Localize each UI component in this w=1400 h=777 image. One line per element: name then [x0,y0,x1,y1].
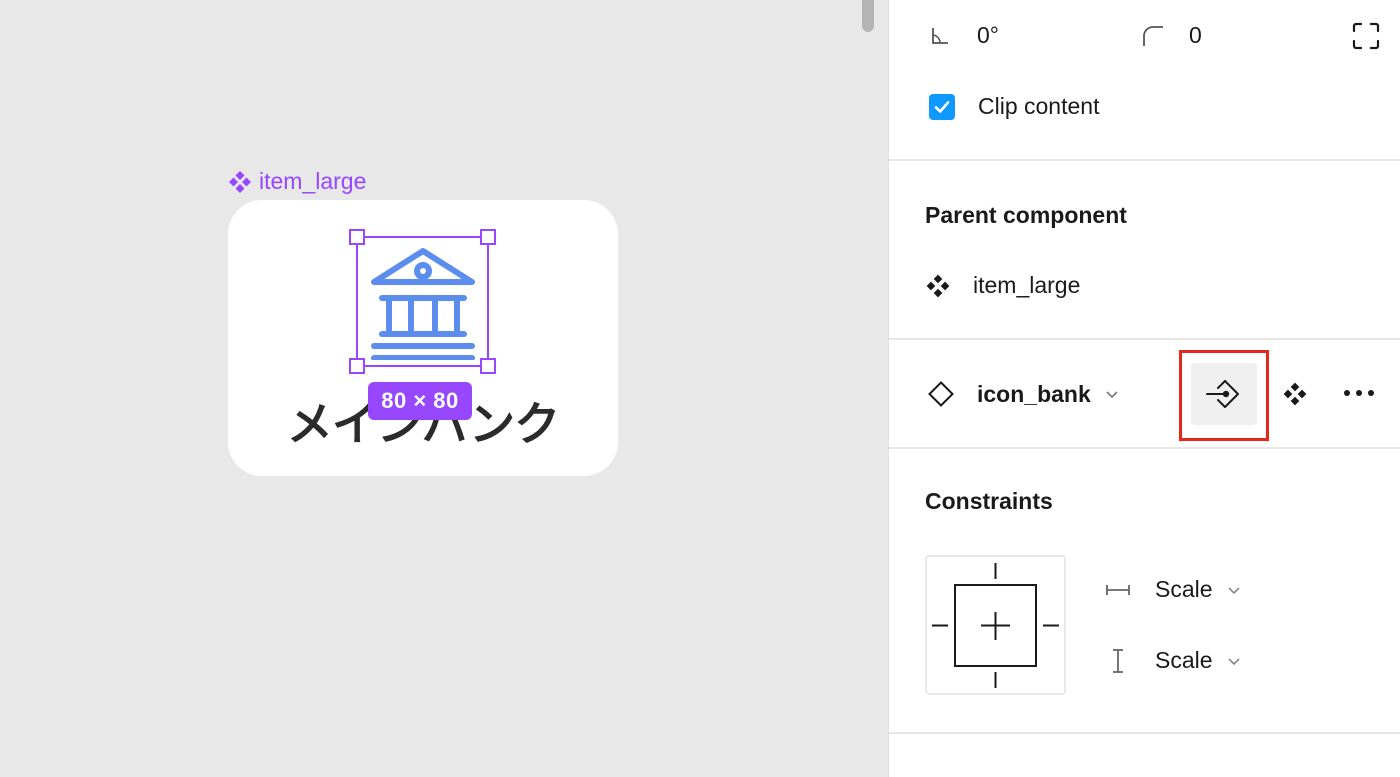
section-divider [889,338,1400,340]
parent-component-heading: Parent component [925,202,1127,229]
chevron-down-icon [1227,657,1240,665]
canvas-scrollbar[interactable] [862,0,874,32]
resize-handle-top-right[interactable] [480,229,496,245]
horizontal-constraint-icon [1106,584,1130,595]
clip-content-checkbox[interactable] [929,93,955,120]
parent-component-heading-text: Parent component [925,202,1127,228]
more-options-icon[interactable] [1341,383,1377,403]
constraints-widget[interactable] [925,555,1066,695]
component-icon [926,274,950,297]
resize-handle-bottom-right[interactable] [480,358,496,374]
clip-content-row[interactable]: Clip content [929,93,1099,120]
horizontal-constraint-select[interactable]: Scale [1105,576,1241,603]
instance-icon [928,381,954,407]
vertical-constraint-value: Scale [1155,647,1213,673]
item-large-frame[interactable]: メインバンク 80 × 80 [228,200,618,476]
rotation-field[interactable]: 0° [929,22,999,49]
section-divider [889,447,1400,449]
constraints-diagram [932,563,1059,688]
checkmark-icon [934,100,950,113]
chevron-down-icon [1227,586,1240,594]
selected-icon-frame[interactable] [349,229,496,374]
bank-icon [371,248,475,360]
component-icon [229,170,251,193]
component-icon[interactable] [1282,381,1308,407]
chevron-down-icon [1106,391,1118,399]
corner-radius-value: 0 [1189,22,1202,48]
horizontal-constraint-value: Scale [1155,576,1213,602]
resize-handle-top-left[interactable] [349,229,365,245]
size-badge: 80 × 80 [368,382,472,420]
go-to-main-component-icon [1206,380,1239,408]
design-canvas[interactable]: item_large メインバンク 80 × 80 [0,0,888,777]
component-label[interactable]: item_large [228,168,366,195]
vertical-constraint-select[interactable]: Scale [1111,647,1241,674]
rotation-icon [932,27,948,44]
properties-panel: 0° 0 Clip content Parent component item_… [888,0,1400,777]
rotation-value: 0° [977,22,999,48]
section-divider [889,732,1400,734]
component-label-text: item_large [259,168,367,194]
parent-component-link[interactable]: item_large [925,272,1080,299]
instance-name: icon_bank [977,380,1091,407]
corner-radius-icon [1143,25,1163,46]
constraints-heading: Constraints [925,488,1053,515]
constraints-heading-text: Constraints [925,488,1053,514]
resize-handle-bottom-left[interactable] [349,358,365,374]
instance-swap-dropdown[interactable]: icon_bank [927,380,1119,408]
clip-content-label: Clip content [978,93,1100,119]
vertical-constraint-icon [1113,648,1123,673]
section-divider [889,159,1400,161]
parent-component-name: item_large [973,272,1081,298]
go-to-main-component-button[interactable] [1191,363,1257,425]
independent-corners-icon[interactable] [1352,22,1380,50]
corner-radius-field[interactable]: 0 [1141,22,1202,49]
